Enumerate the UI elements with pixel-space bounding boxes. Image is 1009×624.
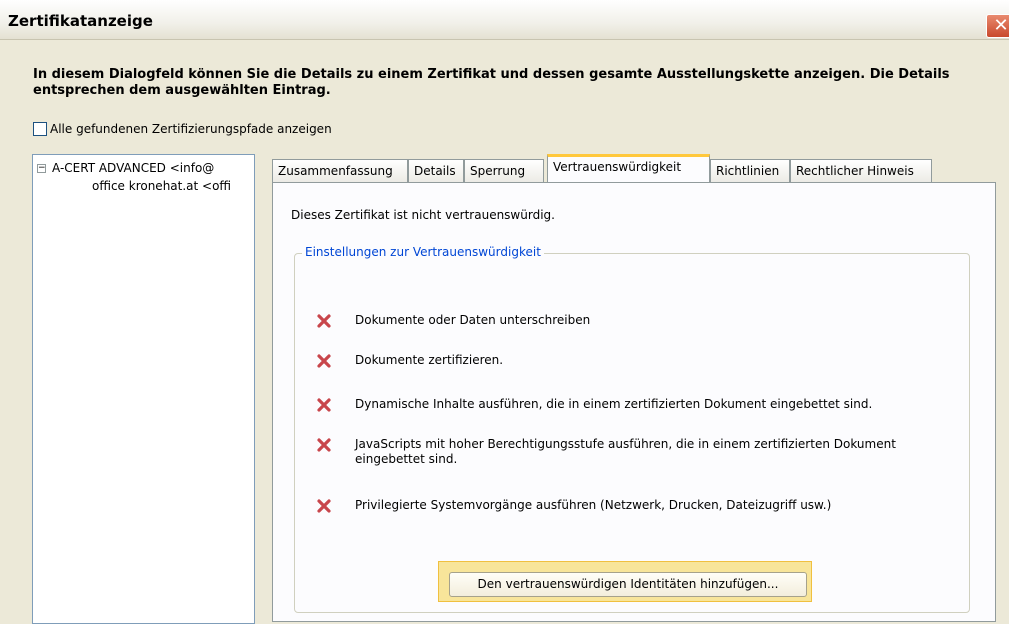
tree-item-label[interactable]: A-CERT ADVANCED <info@: [52, 161, 214, 175]
red-x-icon: [317, 499, 331, 513]
add-to-trusted-identities-button[interactable]: Den vertrauenswürdigen Identitäten hinzu…: [449, 572, 807, 597]
certificate-chain-tree[interactable]: − A-CERT ADVANCED <info@ office kronehat.…: [32, 154, 255, 624]
intro-description: In diesem Dialogfeld können Sie die Deta…: [33, 67, 950, 98]
trust-item: Dokumente zertifizieren.: [316, 353, 503, 369]
red-x-icon: [317, 314, 331, 328]
show-all-paths-option[interactable]: Alle gefundenen Zertifizierungspfade anz…: [33, 121, 332, 137]
red-x-icon: [317, 398, 331, 412]
tree-item-label[interactable]: office kronehat.at <offi: [92, 179, 231, 193]
trust-item: Dynamische Inhalte ausführen, die in ein…: [316, 397, 872, 413]
tab-vertrauenswuerdigkeit[interactable]: Vertrauenswürdigkeit: [547, 154, 710, 183]
title-bar: Zertifikatanzeige ✕: [0, 0, 1009, 40]
close-button[interactable]: ✕: [986, 14, 1009, 38]
tab-sperrung[interactable]: Sperrung: [464, 159, 544, 182]
collapse-icon[interactable]: −: [37, 164, 46, 173]
close-icon: ✕: [993, 15, 1009, 36]
trust-item-text: Dokumente oder Daten unterschreiben: [355, 313, 591, 327]
red-x-icon: [317, 354, 331, 368]
trust-settings-group-title: Einstellungen zur Vertrauenswürdigkeit: [302, 245, 544, 259]
show-all-paths-label[interactable]: Alle gefundenen Zertifizierungspfade anz…: [50, 122, 332, 136]
tab-zusammenfassung[interactable]: Zusammenfassung: [272, 159, 408, 182]
tab-richtlinien[interactable]: Richtlinien: [710, 159, 790, 182]
trust-item-text: Dokumente zertifizieren.: [355, 353, 504, 367]
trust-item-text: Privilegierte Systemvorgänge ausführen (…: [355, 498, 832, 512]
tab-rechtlicher-hinweis[interactable]: Rechtlicher Hinweis: [790, 159, 932, 182]
tree-item-subject[interactable]: office kronehat.at <offi: [92, 179, 231, 193]
trust-item: JavaScripts mit hoher Berechtigungsstufe…: [316, 437, 915, 467]
trust-item-text: Dynamische Inhalte ausführen, die in ein…: [355, 397, 873, 411]
tab-details[interactable]: Details: [408, 159, 464, 182]
tree-item-issuer[interactable]: − A-CERT ADVANCED <info@: [37, 161, 214, 175]
window-title: Zertifikatanzeige: [8, 12, 153, 30]
red-x-icon: [317, 438, 331, 452]
trust-settings-group: [294, 253, 970, 613]
show-all-paths-checkbox[interactable]: [33, 122, 47, 136]
trust-status-text: Dieses Zertifikat ist nicht vertrauenswü…: [291, 208, 555, 222]
trust-item: Privilegierte Systemvorgänge ausführen (…: [316, 498, 831, 514]
trust-item-text: JavaScripts mit hoher Berechtigungsstufe…: [355, 437, 896, 466]
trust-item: Dokumente oder Daten unterschreiben: [316, 313, 590, 329]
